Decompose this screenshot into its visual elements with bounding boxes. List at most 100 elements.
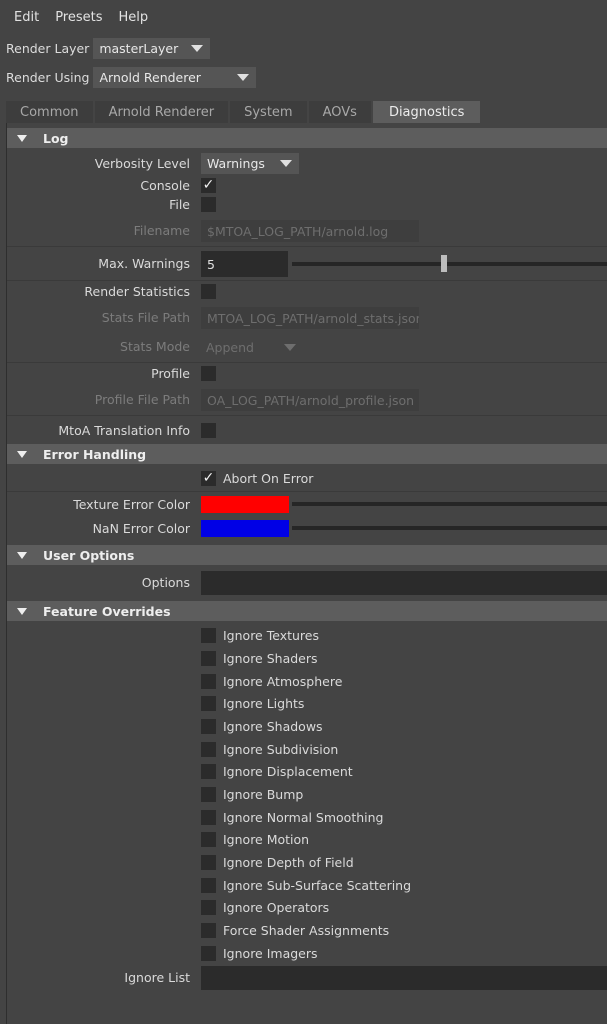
collapse-triangle-icon [17, 134, 27, 142]
ignore-operators-label: Ignore Operators [223, 900, 330, 915]
texture-error-color-swatch[interactable] [201, 496, 289, 513]
menu-presets[interactable]: Presets [47, 10, 110, 25]
filename-field[interactable]: $MTOA_LOG_PATH/arnold.log [201, 220, 419, 242]
texture-error-slider-track[interactable] [292, 502, 607, 506]
list-item: Ignore Normal Smoothing [7, 810, 607, 827]
menu-help[interactable]: Help [111, 10, 157, 25]
divider [7, 415, 607, 416]
log-section-title: Log [43, 130, 69, 146]
ignore-list-row: Ignore List [7, 966, 607, 990]
ignore-shadows-checkbox[interactable] [201, 719, 216, 734]
ignore-lights-label: Ignore Lights [223, 696, 305, 711]
list-item: Ignore Motion [7, 832, 607, 849]
profile-checkbox[interactable] [201, 366, 216, 381]
abort-on-error-label: Abort On Error [223, 471, 314, 486]
profile-file-path-row: Profile File Path OA_LOG_PATH/arnold_pro… [7, 389, 607, 411]
ignore-operators-checkbox[interactable] [201, 900, 216, 915]
ignore-textures-checkbox[interactable] [201, 628, 216, 643]
texture-error-color-row: Texture Error Color [7, 496, 607, 513]
stats-file-path-field[interactable]: MTOA_LOG_PATH/arnold_stats.json [201, 307, 419, 329]
ignore-list-field[interactable] [201, 966, 607, 990]
tab-diagnostics[interactable]: Diagnostics [372, 101, 481, 123]
file-label: File [169, 197, 190, 212]
ignore-atmosphere-label: Ignore Atmosphere [223, 674, 343, 689]
abort-on-error-checkbox[interactable]: ✓ [201, 471, 216, 486]
max-warnings-slider-handle[interactable] [440, 255, 447, 272]
checkmark-icon: ✓ [202, 470, 215, 486]
divider [7, 280, 607, 281]
list-item: Ignore Imagers [7, 946, 607, 963]
max-warnings-slider-track[interactable] [292, 262, 607, 266]
tab-aovs[interactable]: AOVs [308, 101, 371, 123]
verbosity-value: Warnings [207, 156, 265, 171]
render-layer-dropdown[interactable]: masterLayer [93, 38, 211, 59]
nan-error-slider-track[interactable] [292, 526, 607, 530]
user-options-section-header[interactable]: User Options [7, 545, 607, 565]
mtoa-translation-checkbox[interactable] [201, 423, 216, 438]
tab-common[interactable]: Common [6, 101, 93, 123]
error-handling-section-title: Error Handling [43, 446, 147, 462]
render-statistics-checkbox[interactable] [201, 284, 216, 299]
menu-bar: Edit Presets Help [0, 0, 607, 34]
ignore-depth-of-field-label: Ignore Depth of Field [223, 855, 354, 870]
ignore-imagers-checkbox[interactable] [201, 946, 216, 961]
feature-overrides-section-header[interactable]: Feature Overrides [7, 601, 607, 621]
profile-file-path-field[interactable]: OA_LOG_PATH/arnold_profile.json [201, 389, 419, 411]
tab-bar: Common Arnold Renderer System AOVs Diagn… [6, 101, 607, 123]
collapse-triangle-icon [17, 551, 27, 559]
verbosity-dropdown[interactable]: Warnings [201, 153, 299, 174]
force-shader-assignments-label: Force Shader Assignments [223, 923, 390, 938]
ignore-sss-checkbox[interactable] [201, 878, 216, 893]
list-item: Ignore Textures [7, 628, 607, 645]
render-layer-label: Render Layer [6, 41, 90, 56]
max-warnings-field[interactable]: 5 [201, 251, 288, 277]
list-item: Ignore Displacement [7, 764, 607, 781]
nan-error-color-swatch[interactable] [201, 520, 289, 537]
render-statistics-label: Render Statistics [84, 284, 190, 299]
verbosity-row: Verbosity Level Warnings [7, 153, 607, 175]
list-item: Force Shader Assignments [7, 923, 607, 940]
tab-system[interactable]: System [230, 101, 307, 123]
texture-error-color-label: Texture Error Color [73, 497, 190, 512]
list-item: Ignore Shadows [7, 719, 607, 736]
mtoa-translation-label: MtoA Translation Info [58, 423, 190, 438]
stats-file-path-label: Stats File Path [101, 310, 190, 325]
options-row: Options [7, 571, 607, 595]
filename-row: Filename $MTOA_LOG_PATH/arnold.log [7, 220, 607, 242]
chevron-down-icon [236, 74, 249, 81]
log-section-header[interactable]: Log [7, 128, 607, 148]
stats-mode-dropdown[interactable]: Append [201, 337, 303, 357]
ignore-bump-checkbox[interactable] [201, 787, 216, 802]
force-shader-assignments-checkbox[interactable] [201, 923, 216, 938]
divider [7, 491, 607, 492]
render-using-dropdown[interactable]: Arnold Renderer [93, 67, 256, 88]
filename-label: Filename [133, 223, 190, 238]
ignore-motion-checkbox[interactable] [201, 832, 216, 847]
collapse-triangle-icon [17, 450, 27, 458]
chevron-down-icon [283, 343, 296, 351]
ignore-displacement-checkbox[interactable] [201, 764, 216, 779]
list-item: Ignore Lights [7, 696, 607, 713]
ignore-sss-label: Ignore Sub-Surface Scattering [223, 878, 412, 893]
ignore-bump-label: Ignore Bump [223, 787, 304, 802]
console-checkbox[interactable]: ✓ [201, 178, 216, 193]
profile-label: Profile [151, 366, 190, 381]
ignore-subdivision-checkbox[interactable] [201, 742, 216, 757]
console-row: Console ✓ [7, 177, 607, 194]
ignore-atmosphere-checkbox[interactable] [201, 674, 216, 689]
options-field[interactable] [201, 571, 607, 595]
tab-arnold-renderer[interactable]: Arnold Renderer [94, 101, 229, 123]
ignore-shaders-checkbox[interactable] [201, 651, 216, 666]
stats-mode-row: Stats Mode Append [7, 337, 607, 357]
nan-error-color-label: NaN Error Color [92, 521, 190, 536]
render-using-value: Arnold Renderer [99, 70, 201, 85]
diagnostics-panel: Log Verbosity Level Warnings Console ✓ F… [6, 123, 607, 1024]
list-item: Ignore Depth of Field [7, 855, 607, 872]
list-item: Ignore Operators [7, 900, 607, 917]
ignore-depth-of-field-checkbox[interactable] [201, 855, 216, 870]
ignore-lights-checkbox[interactable] [201, 696, 216, 711]
error-handling-section-header[interactable]: Error Handling [7, 444, 607, 464]
ignore-normal-smoothing-checkbox[interactable] [201, 810, 216, 825]
menu-edit[interactable]: Edit [6, 10, 47, 25]
file-checkbox[interactable] [201, 197, 216, 212]
